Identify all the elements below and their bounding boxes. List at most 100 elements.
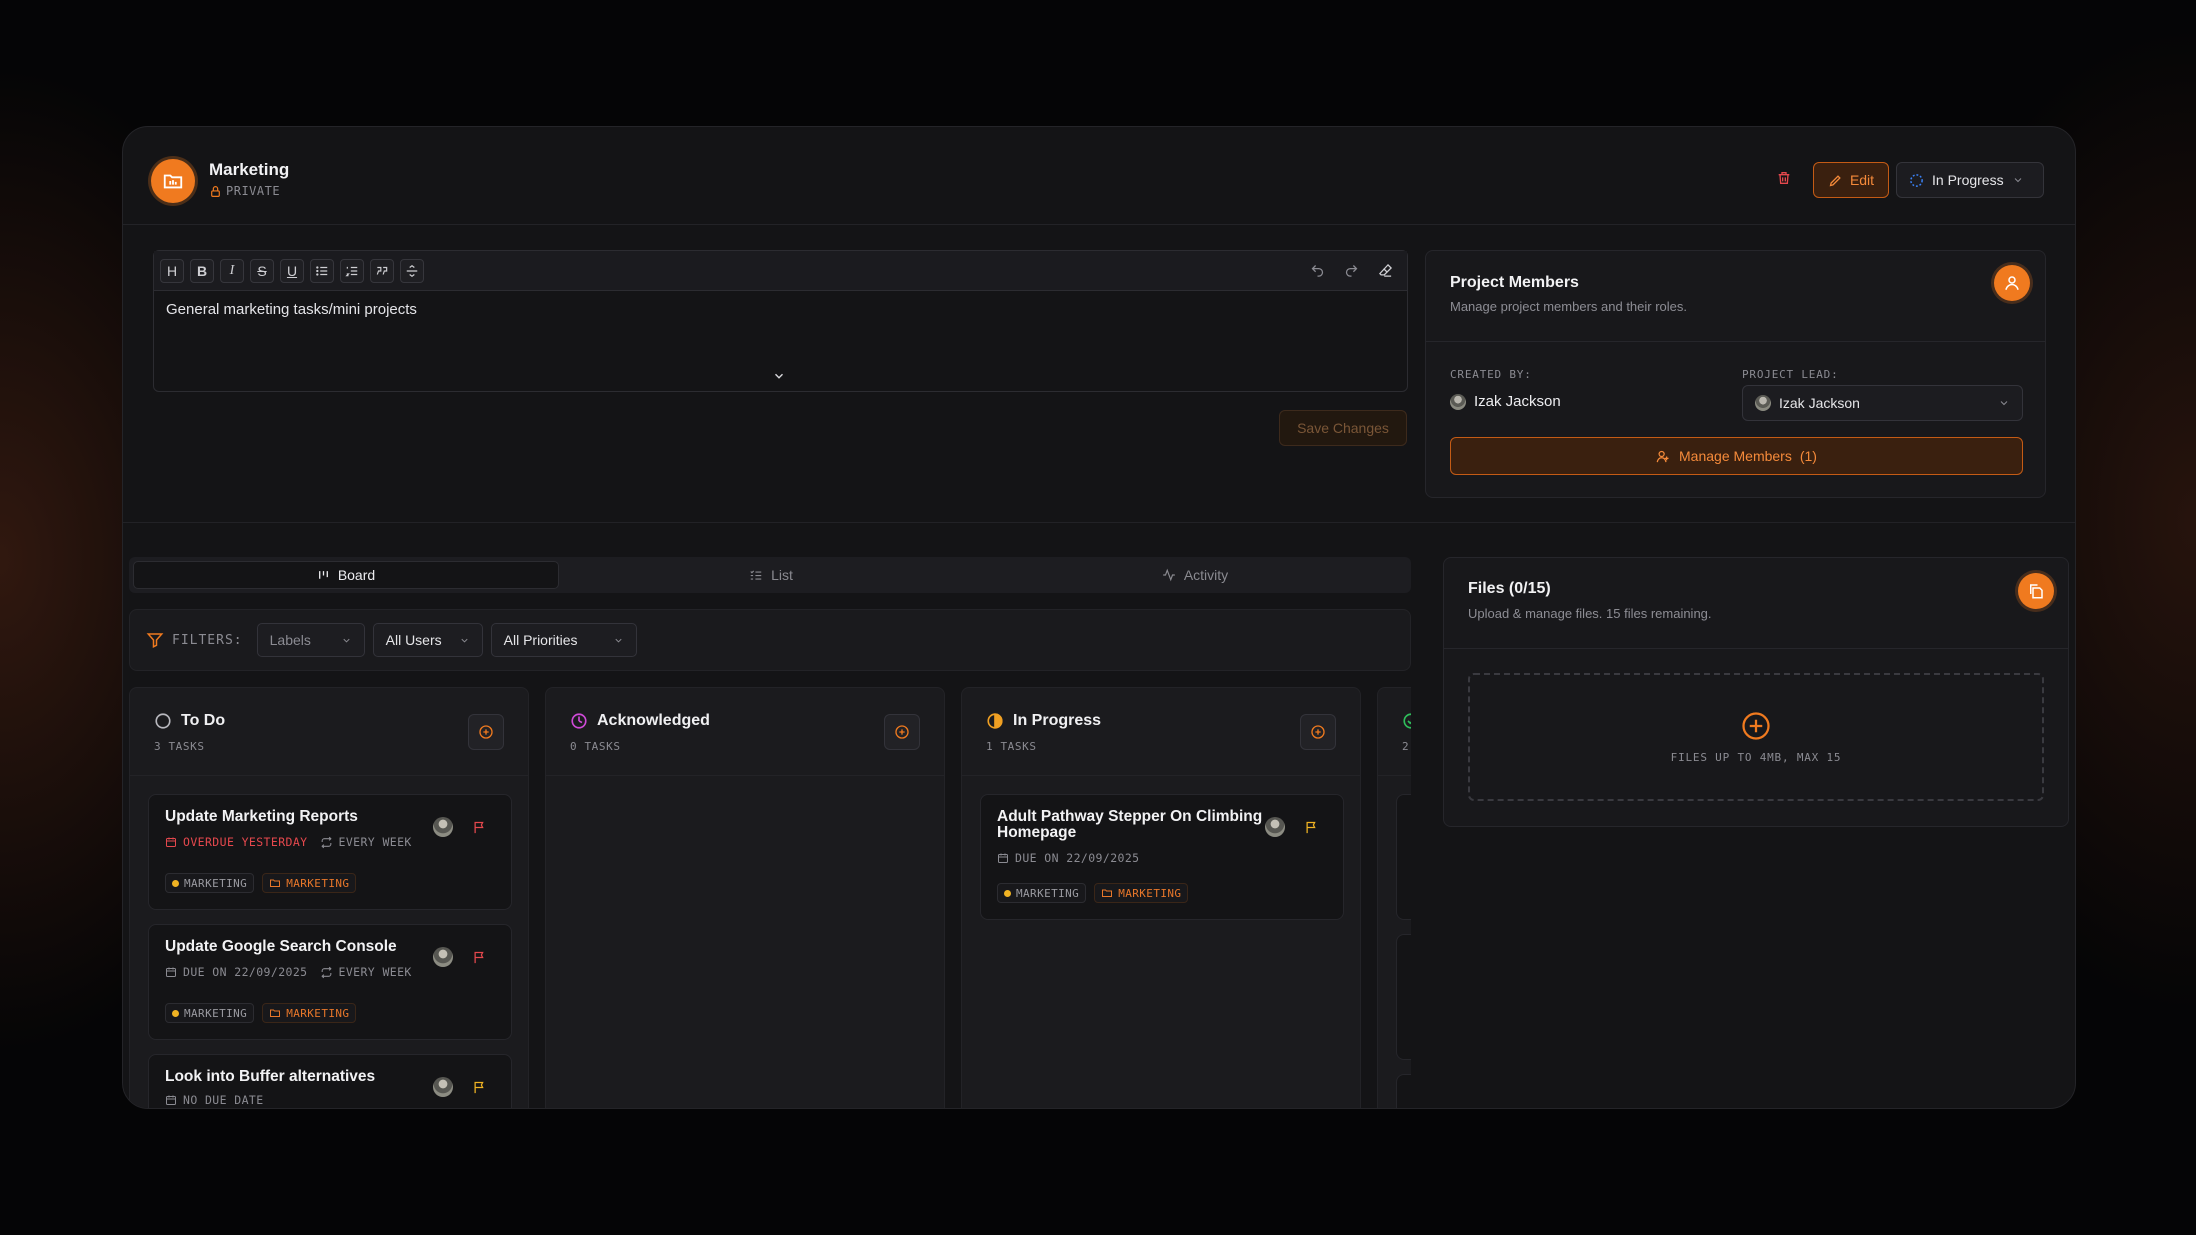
task-card[interactable]: Update Google Search Console DUE ON 22/0… xyxy=(148,924,512,1040)
bullet-list-icon xyxy=(316,265,328,276)
chevron-down-icon xyxy=(2014,178,2021,183)
members-title: Project Members xyxy=(1450,274,1579,291)
column-title: To Do xyxy=(154,712,225,730)
members-subtitle: Manage project members and their roles. xyxy=(1450,299,1688,314)
project-lead-select[interactable]: Izak Jackson xyxy=(1742,385,2023,421)
label-tag-text: MARKETING xyxy=(184,876,248,890)
tab-list[interactable]: List xyxy=(559,561,983,589)
kanban-icon xyxy=(318,570,328,579)
task-repeat: EVERY WEEK xyxy=(338,835,412,849)
quote-button[interactable] xyxy=(370,258,394,283)
task-repeat: EVERY WEEK xyxy=(338,965,412,979)
clear-format-button[interactable] xyxy=(1375,261,1395,281)
column-title: Acknowledged xyxy=(570,712,710,730)
label-tag: MARKETING xyxy=(165,873,255,893)
files-subtitle: Upload & manage files. 15 files remainin… xyxy=(1468,606,1712,621)
project-status-select[interactable]: In Progress xyxy=(1896,162,2044,198)
users-filter-select[interactable]: All Users xyxy=(372,623,483,657)
folder-icon xyxy=(163,174,183,189)
user-icon xyxy=(2005,276,2019,290)
column-todo: To Do 3 TASKS Update Marketing Reports O… xyxy=(129,687,529,1108)
add-task-button[interactable] xyxy=(884,714,920,750)
add-task-button[interactable] xyxy=(468,714,504,750)
filter-icon xyxy=(146,633,164,648)
calendar-icon xyxy=(166,967,176,977)
undo-button[interactable] xyxy=(1307,261,1327,281)
ordered-list-button[interactable] xyxy=(340,258,364,283)
labels-filter-select[interactable]: Labels xyxy=(256,623,365,657)
file-dropzone[interactable]: FILES UP TO 4MB, MAX 15 xyxy=(1468,673,2044,801)
assignee-avatar[interactable] xyxy=(433,817,453,837)
add-task-button[interactable] xyxy=(1300,714,1336,750)
task-card[interactable] xyxy=(1396,934,1411,1060)
redo-icon xyxy=(1345,265,1357,277)
tab-board[interactable]: Board xyxy=(133,561,559,589)
plus-circle-icon xyxy=(1742,711,1770,740)
assignee-avatar[interactable] xyxy=(433,1077,453,1097)
flag-icon xyxy=(1306,821,1316,834)
strikethrough-button[interactable]: S xyxy=(250,258,274,283)
view-tabs: Board List Activity xyxy=(129,557,1411,593)
created-by-label: CREATED BY: xyxy=(1450,368,1532,381)
members-icon-button[interactable] xyxy=(1994,265,2030,301)
divider-button[interactable] xyxy=(400,258,424,283)
label-tag: MARKETING xyxy=(997,883,1087,903)
files-icon-button[interactable] xyxy=(2018,573,2054,609)
task-card[interactable]: Adult Pathway Stepper On Climbing Homepa… xyxy=(980,794,1344,920)
priority-flag[interactable] xyxy=(472,1080,487,1100)
tab-activity[interactable]: Activity xyxy=(983,561,1407,589)
tab-activity-label: Activity xyxy=(1183,567,1229,583)
italic-label: I xyxy=(229,262,235,278)
heading-button[interactable]: H xyxy=(160,258,184,283)
label-tag: MARKETING xyxy=(165,1003,255,1023)
assignee-avatar[interactable] xyxy=(433,947,453,967)
avatar xyxy=(1450,393,1466,410)
bullet-list-button[interactable] xyxy=(310,258,334,283)
priority-flag[interactable] xyxy=(1304,820,1319,840)
task-title: Adult Pathway Stepper On Climbing Homepa… xyxy=(997,808,1263,841)
members-divider xyxy=(1426,341,2045,342)
task-card[interactable]: Look into Buffer alternatives NO DUE DAT… xyxy=(148,1054,512,1108)
task-due: DUE ON 22/09/2025 xyxy=(1015,851,1140,865)
project-tag-text: MARKETING xyxy=(286,876,350,890)
task-card[interactable]: Update Marketing Reports OVERDUE YESTERD… xyxy=(148,794,512,910)
priority-flag[interactable] xyxy=(472,950,487,970)
list-check-icon xyxy=(750,570,762,580)
bold-button[interactable]: B xyxy=(190,258,214,283)
label-tag-text: MARKETING xyxy=(184,1006,248,1020)
task-tags: MARKETING MARKETING xyxy=(997,883,1189,903)
redo-button[interactable] xyxy=(1341,261,1361,281)
manage-members-button[interactable]: Manage Members (1) xyxy=(1450,437,2023,475)
italic-button[interactable]: I xyxy=(220,258,244,283)
plus-circle-icon xyxy=(479,725,493,739)
strike-label: S xyxy=(257,262,267,279)
priorities-filter-select[interactable]: All Priorities xyxy=(490,623,637,657)
project-window: Marketing PRIVATE Edit In Progress H B I… xyxy=(122,126,2076,1109)
delete-project-button[interactable] xyxy=(1771,165,1797,191)
check-circle-status-icon xyxy=(1403,713,1411,729)
edit-button[interactable]: Edit xyxy=(1813,162,1889,198)
column-title-label: In Progress xyxy=(1013,712,1102,729)
underline-button[interactable]: U xyxy=(280,258,304,283)
description-editor[interactable]: H B I S U General marketing tasks/mini p… xyxy=(153,250,1408,392)
priorities-filter-value: All Priorities xyxy=(503,632,578,648)
task-card[interactable] xyxy=(1396,794,1411,920)
project-tag: MARKETING xyxy=(262,1003,357,1023)
chevron-down-icon xyxy=(2000,401,2008,406)
description-text[interactable]: General marketing tasks/mini projects xyxy=(154,291,1407,328)
plus-circle-icon xyxy=(895,725,909,739)
column-in-progress: In Progress 1 TASKS Adult Pathway Steppe… xyxy=(961,687,1361,1108)
project-lead-label: PROJECT LEAD: xyxy=(1742,368,1839,381)
project-tag-text: MARKETING xyxy=(1118,886,1182,900)
repeat-icon xyxy=(320,966,332,978)
project-tag: MARKETING xyxy=(262,873,357,893)
save-changes-button[interactable]: Save Changes xyxy=(1279,410,1407,446)
column-title-label: To Do xyxy=(181,712,226,729)
task-card[interactable] xyxy=(1396,1074,1411,1108)
priority-flag[interactable] xyxy=(472,820,487,840)
folder-icon xyxy=(270,1009,281,1017)
assignee-avatar[interactable] xyxy=(1265,817,1285,837)
expand-editor-button[interactable] xyxy=(772,369,786,388)
task-meta: OVERDUE YESTERDAY EVERY WEEK xyxy=(165,835,412,849)
task-due: OVERDUE YESTERDAY xyxy=(183,835,308,849)
